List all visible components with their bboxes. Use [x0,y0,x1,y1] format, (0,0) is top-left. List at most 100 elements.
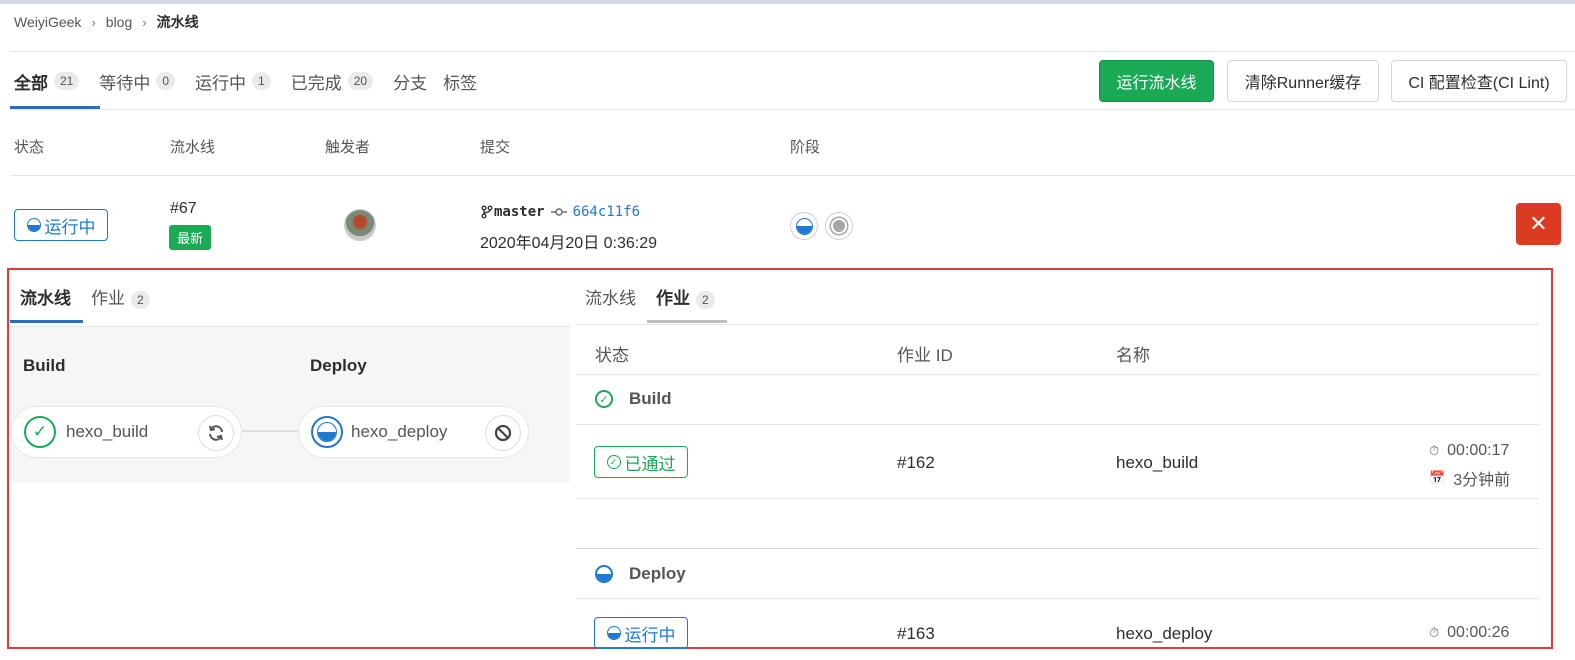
running-icon [311,416,343,448]
tab-pending[interactable]: 等待中 0 [99,66,176,96]
chevron-right-icon: › [91,14,96,30]
running-icon [595,565,613,583]
pipeline-graph [10,326,570,483]
tab-label: 运行中 [195,73,247,93]
timer-icon: ⏱ [1429,443,1440,458]
job-duration: ⏱ 00:00:17 [1429,442,1509,460]
breadcrumb-group[interactable]: WeiyiGeek [14,14,81,30]
divider [10,51,1575,52]
branch-link[interactable]: master [494,204,545,220]
active-tab-indicator [10,320,83,323]
breadcrumb-project[interactable]: blog [106,14,132,30]
stage-title-deploy: Deploy [310,356,367,375]
job-name-link[interactable]: hexo_deploy [1116,624,1212,644]
retry-icon[interactable] [198,415,234,451]
ago-text: 3分钟前 [1453,472,1511,489]
job-status-badge[interactable]: 运行中 [594,617,688,649]
tab-jobs[interactable]: 作业 2 [91,284,150,309]
cancel-icon[interactable] [485,415,521,451]
divider [576,424,1539,425]
status-label: 已通过 [624,454,676,474]
cancel-pipeline-button[interactable]: ✕ [1516,203,1561,245]
ci-lint-button[interactable]: CI 配置检查(CI Lint) [1391,60,1567,102]
stage-connector [242,430,298,432]
breadcrumb-current[interactable]: 流水线 [157,12,199,32]
job-status-badge[interactable]: ✓ 已通过 [594,446,688,478]
pipeline-detail-tabs-2: 流水线 作业 2 [585,284,715,309]
duration-text: 00:00:26 [1447,624,1510,641]
tab-count: 0 [156,72,176,90]
avatar[interactable] [344,209,376,241]
divider [10,175,1575,176]
job-group-deploy: Deploy [595,564,686,584]
breadcrumb: WeiyiGeek › blog › 流水线 [14,12,199,32]
calendar-icon: 📅 [1429,470,1446,485]
tab-label: 分支 [393,73,428,93]
job-name: hexo_build [66,422,149,441]
tab-count: 2 [696,291,715,309]
top-border [0,0,1575,4]
divider [10,109,1575,110]
tab-label: 作业 [91,289,125,308]
pending-icon [831,218,847,234]
commit-time: 2020年04月20日 0:36:29 [480,235,658,252]
tab-label: 全部 [14,73,48,93]
tab-pipeline-graph[interactable]: 流水线 [585,284,636,309]
tab-pipeline-graph[interactable]: 流水线 [20,284,71,309]
jobs-header-id: 作业 ID [897,346,953,365]
running-icon [606,626,621,640]
chevron-right-icon: › [142,14,147,30]
group-title: Build [629,389,672,408]
commit-sha-link[interactable]: 664c11f6 [573,204,640,220]
tab-all[interactable]: 全部 21 [14,66,80,96]
commit-icon [550,208,567,216]
header-commit: 提交 [480,139,511,156]
stage-build-status[interactable] [790,212,818,240]
tab-label: 等待中 [99,73,151,93]
active-tab-indicator [647,320,727,323]
tab-label: 标签 [443,73,478,93]
tab-count: 20 [347,72,374,90]
running-icon [26,218,41,232]
pipeline-scope-tabs: 全部 21 等待中 0 运行中 1 已完成 20 分支 标签 [14,66,497,96]
divider [576,324,1539,325]
pipeline-id-link[interactable]: #67 [170,200,197,218]
header-pipeline: 流水线 [170,139,216,156]
job-name: hexo_deploy [351,422,448,441]
job-id-link[interactable]: #162 [897,453,935,473]
divider [576,498,1539,499]
header-trigger: 触发者 [325,139,371,156]
close-icon: ✕ [1529,211,1548,236]
header-status: 状态 [14,139,45,156]
divider [576,598,1539,599]
job-id-link[interactable]: #163 [897,624,935,644]
header-stages: 阶段 [790,139,821,156]
jobs-header-status: 状态 [595,346,629,365]
commit-ref: master 664c11f6 [480,204,640,220]
job-name-link[interactable]: hexo_build [1116,453,1198,473]
divider [576,374,1539,375]
pipeline-detail-tabs: 流水线 作业 2 [20,284,150,309]
stage-deploy-status[interactable] [825,212,853,240]
check-icon: ✓ [606,455,621,469]
running-icon [795,217,813,235]
tab-finished[interactable]: 已完成 20 [291,66,374,96]
duration-text: 00:00:17 [1447,442,1510,459]
tab-tags[interactable]: 标签 [443,66,477,96]
tab-count: 21 [54,72,80,90]
tab-branches[interactable]: 分支 [393,66,427,96]
job-group-build: ✓ Build [595,389,672,409]
tab-running[interactable]: 运行中 1 [195,66,271,96]
job-hexo-build[interactable]: ✓ hexo_build [11,406,242,458]
pipeline-status-badge[interactable]: 运行中 [14,209,108,241]
status-label: 运行中 [624,625,676,645]
job-hexo-deploy[interactable]: hexo_deploy [298,406,529,458]
clear-runner-cache-button[interactable]: 清除Runner缓存 [1227,60,1379,102]
tab-count: 1 [252,72,271,90]
tab-count: 2 [131,291,150,309]
run-pipeline-button[interactable]: 运行流水线 [1099,60,1214,102]
stage-title-build: Build [23,356,66,375]
job-duration: ⏱ 00:00:26 [1429,624,1509,642]
latest-badge: 最新 [169,225,212,250]
tab-jobs[interactable]: 作业 2 [656,284,715,309]
